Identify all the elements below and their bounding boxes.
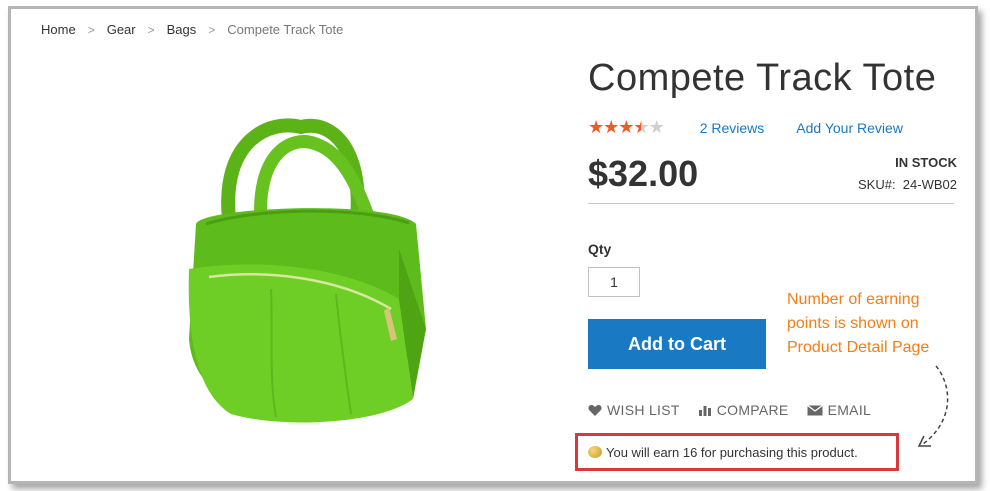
breadcrumb-bags[interactable]: Bags	[167, 22, 197, 37]
add-to-cart-button[interactable]: Add to Cart	[588, 319, 766, 369]
qty-input[interactable]	[588, 267, 640, 297]
rating-stars-icon: ★★★★★★	[588, 117, 665, 137]
callout-line: Product Detail Page	[787, 339, 930, 356]
earning-points-message: You will earn 16 for purchasing this pro…	[606, 444, 858, 460]
product-actions: WISH LIST COMPARE EMAIL	[588, 402, 889, 418]
callout-line: Number of earning	[787, 291, 920, 308]
divider	[588, 203, 954, 204]
email-action[interactable]: EMAIL	[806, 402, 872, 418]
qty-label: Qty	[588, 241, 612, 257]
earning-points-notice: You will earn 16 for purchasing this pro…	[575, 433, 899, 471]
sku-value: 24-WB02	[902, 177, 957, 192]
breadcrumb-separator-icon: >	[147, 22, 155, 37]
heart-icon	[588, 404, 602, 417]
product-image[interactable]	[151, 99, 441, 429]
callout-arrow-icon	[917, 365, 949, 447]
breadcrumb-current: Compete Track Tote	[227, 22, 344, 37]
product-price: $32.00	[588, 153, 699, 194]
coin-icon	[588, 446, 602, 458]
product-title: Compete Track Tote	[588, 57, 937, 99]
breadcrumb-separator-icon: >	[87, 22, 95, 37]
stock-status: IN STOCK	[895, 155, 957, 170]
compare-label: COMPARE	[716, 402, 789, 418]
rating-row: ★★★★★★ 2 Reviews Add Your Review	[588, 117, 903, 138]
envelope-icon	[806, 404, 823, 416]
reviews-link[interactable]: 2 Reviews	[700, 120, 765, 136]
sku: SKU#: 24-WB02	[858, 177, 957, 192]
sku-label: SKU#:	[857, 177, 896, 192]
breadcrumb-gear[interactable]: Gear	[107, 22, 136, 37]
wishlist-action[interactable]: WISH LIST	[588, 402, 680, 418]
wishlist-label: WISH LIST	[607, 402, 680, 418]
annotation-callout: Number of earning points is shown on Pro…	[787, 288, 929, 360]
breadcrumb-home[interactable]: Home	[41, 22, 76, 37]
add-review-link[interactable]: Add Your Review	[796, 120, 903, 136]
compare-action[interactable]: COMPARE	[698, 402, 789, 418]
email-label: EMAIL	[827, 402, 872, 418]
bar-chart-icon	[698, 404, 712, 416]
breadcrumb: Home > Gear > Bags > Compete Track Tote	[41, 22, 343, 37]
breadcrumb-separator-icon: >	[208, 22, 216, 37]
screenshot-frame: Home > Gear > Bags > Compete Track Tote …	[8, 6, 978, 484]
callout-line: points is shown on	[787, 315, 919, 332]
